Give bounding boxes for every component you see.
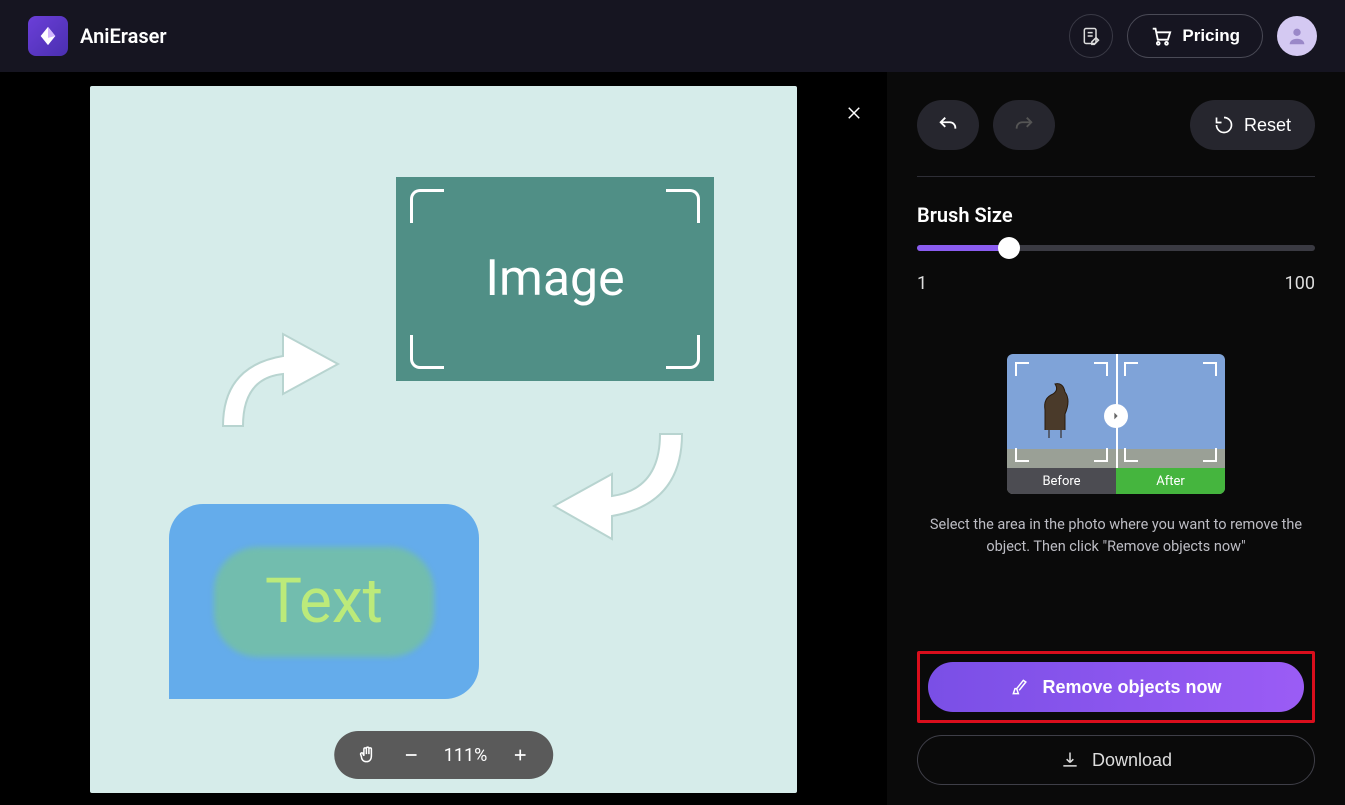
arrow-up-icon [203,326,363,446]
brand-name: AniEraser [80,24,167,48]
editor-canvas[interactable]: Image Text 111% [90,86,797,793]
instruction-text: Select the area in the photo where you w… [917,514,1315,558]
brand: AniEraser [28,16,167,56]
pan-tool[interactable] [356,744,378,766]
before-after-preview: Before After [1007,354,1225,494]
slider-max: 100 [1285,273,1315,294]
hand-icon [357,745,377,765]
sidebar: Reset Brush Size 1 100 [887,72,1345,805]
close-button[interactable] [839,98,869,128]
app-header: AniEraser Pricing [0,0,1345,72]
reset-button[interactable]: Reset [1190,100,1315,150]
undo-icon [937,114,959,136]
zoom-toolbar: 111% [334,731,554,779]
undo-button[interactable] [917,100,979,150]
main: Image Text 111% [0,72,1345,805]
zoom-in-button[interactable] [509,744,531,766]
pricing-label: Pricing [1182,26,1240,46]
app-logo-icon [28,16,68,56]
plus-icon [512,747,528,763]
arrow-down-icon [542,424,702,554]
bird-icon [1035,380,1079,440]
download-label: Download [1092,750,1172,771]
reset-icon [1214,115,1234,135]
chevron-right-icon [1111,411,1121,421]
before-label: Before [1007,468,1116,494]
compare-handle[interactable] [1104,404,1128,428]
header-actions: Pricing [1069,14,1317,58]
zoom-value: 111% [444,745,488,766]
history-row: Reset [917,100,1315,150]
canvas-area: Image Text 111% [0,72,887,805]
zoom-out-button[interactable] [400,744,422,766]
remove-objects-button[interactable]: Remove objects now [928,662,1304,712]
notes-icon [1081,26,1101,46]
redo-icon [1013,114,1035,136]
pricing-button[interactable]: Pricing [1127,14,1263,58]
sample-text-block: Text [169,504,479,699]
download-button[interactable]: Download [917,735,1315,785]
notes-button[interactable] [1069,14,1113,58]
sample-image-block: Image [396,177,714,381]
redo-button[interactable] [993,100,1055,150]
minus-icon [403,747,419,763]
brush-size-slider[interactable] [917,245,1315,251]
tutorial-highlight: Remove objects now [917,651,1315,723]
cart-icon [1150,25,1172,47]
remove-label: Remove objects now [1042,677,1221,698]
user-avatar[interactable] [1277,16,1317,56]
close-icon [845,104,863,122]
text-block-label: Text [265,565,383,638]
user-icon [1286,25,1308,47]
action-area: Remove objects now Download [917,651,1315,785]
slider-min: 1 [917,273,927,294]
download-icon [1060,750,1080,770]
slider-range-labels: 1 100 [917,273,1315,294]
after-label: After [1116,468,1225,494]
divider [917,176,1315,177]
image-block-label: Image [485,250,624,308]
reset-label: Reset [1244,115,1291,136]
brush-icon [1010,677,1030,697]
slider-thumb[interactable] [998,237,1020,259]
brush-size-label: Brush Size [917,203,1315,227]
